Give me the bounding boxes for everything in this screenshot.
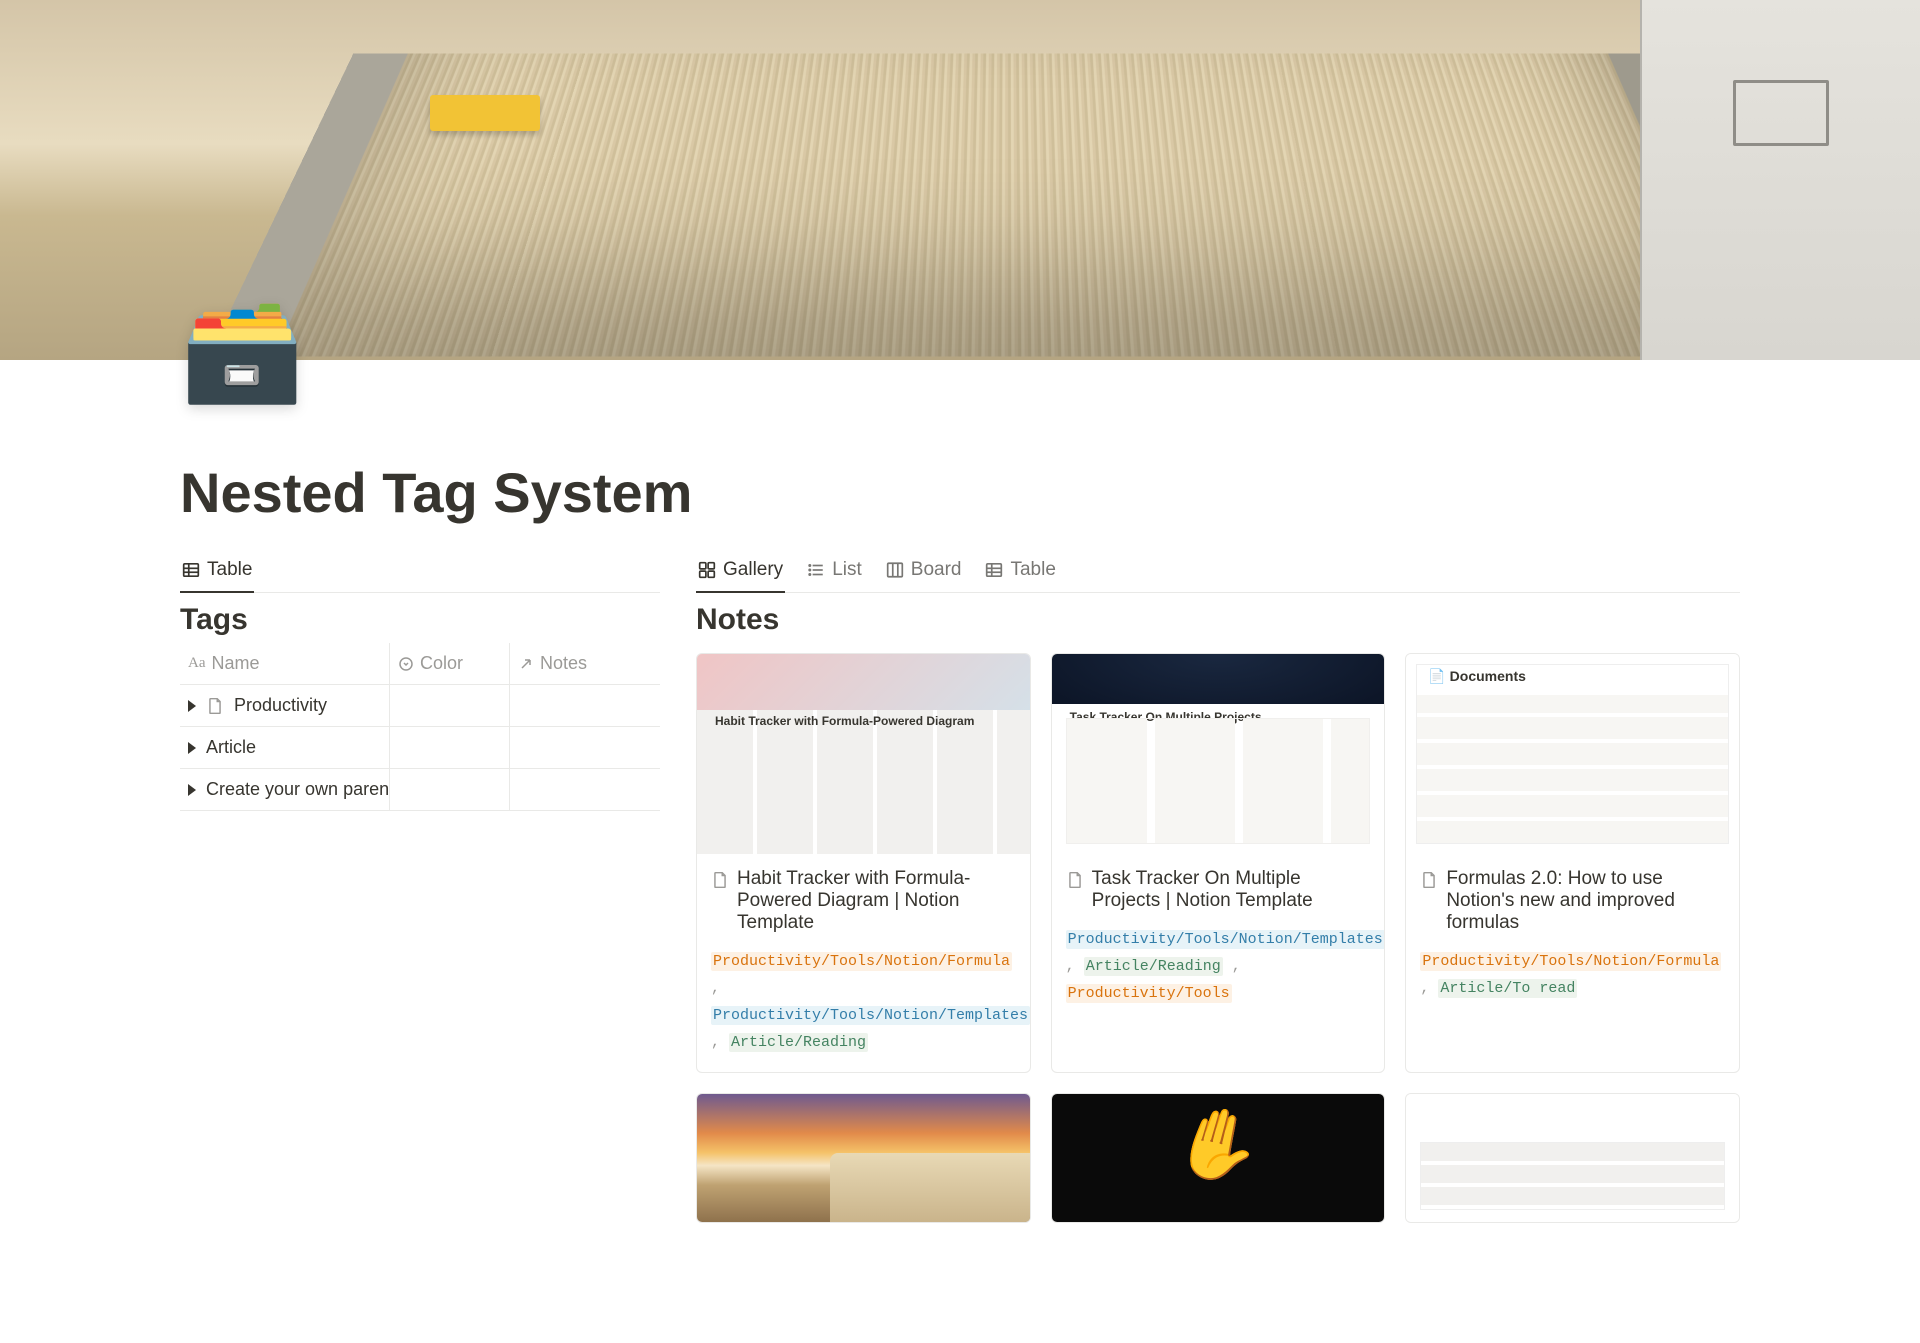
thumb-label: Database automations xyxy=(1426,1164,1597,1182)
tags-tabs: Table xyxy=(180,551,660,593)
table-icon xyxy=(182,561,200,579)
page-icon-small xyxy=(1066,871,1084,889)
gallery-card[interactable]: Database automations xyxy=(1405,1093,1740,1223)
tag-name: Article xyxy=(206,737,256,758)
page-icon[interactable]: 🗃️ xyxy=(180,300,305,400)
list-icon xyxy=(807,561,825,579)
tab-gallery[interactable]: Gallery xyxy=(696,551,785,593)
tab-table-notes[interactable]: Table xyxy=(983,551,1057,593)
tab-list[interactable]: List xyxy=(805,551,864,593)
page-title: Nested Tag System xyxy=(180,360,1740,525)
card-title: Habit Tracker with Formula-Powered Diagr… xyxy=(737,868,1016,934)
card-thumbnail xyxy=(1052,1094,1385,1223)
gallery-card[interactable]: 📄 Documents Formulas 2.0: How to use Not… xyxy=(1405,653,1740,1073)
relation-icon xyxy=(518,656,534,672)
page-icon-small xyxy=(711,871,729,889)
tags-table: Aa Name Color Notes xyxy=(180,643,660,811)
card-tags: Productivity/Tools/Notion/Formula , Prod… xyxy=(711,948,1016,1056)
cover-right-drawer xyxy=(1640,0,1920,360)
tab-label: Board xyxy=(911,559,962,581)
tab-table[interactable]: Table xyxy=(180,551,254,593)
card-title: Task Tracker On Multiple Projects | Noti… xyxy=(1092,868,1371,912)
gallery-card[interactable]: Task Tracker On Multiple Projects Task T… xyxy=(1051,653,1386,1073)
page-icon-small xyxy=(1420,871,1438,889)
card-tags: Productivity/Tools/Notion/Templates , Ar… xyxy=(1066,926,1371,1007)
toggle-icon[interactable] xyxy=(188,700,196,712)
tab-label: Table xyxy=(207,559,252,581)
thumb-label: Habit Tracker with Formula-Powered Diagr… xyxy=(715,714,974,728)
tab-label: List xyxy=(832,559,862,581)
board-icon xyxy=(886,561,904,579)
col-notes[interactable]: Notes xyxy=(510,643,660,684)
gallery-card[interactable] xyxy=(1051,1093,1386,1223)
card-title: Formulas 2.0: How to use Notion's new an… xyxy=(1446,868,1725,934)
select-icon xyxy=(398,656,414,672)
col-color[interactable]: Color xyxy=(390,643,510,684)
table-row[interactable]: Productivity xyxy=(180,685,660,727)
notes-gallery: Habit Tracker with Formula-Powered Diagr… xyxy=(696,653,1740,1223)
tab-label: Gallery xyxy=(723,559,783,581)
table-row[interactable]: Create your own parent tag xyxy=(180,769,660,811)
gallery-card[interactable] xyxy=(696,1093,1031,1223)
card-thumbnail: Task Tracker On Multiple Projects xyxy=(1052,654,1385,854)
text-type-icon: Aa xyxy=(188,655,206,672)
tab-label: Table xyxy=(1010,559,1055,581)
tag-name: Productivity xyxy=(234,695,327,716)
tags-heading: Tags xyxy=(180,603,660,637)
gallery-card[interactable]: Habit Tracker with Formula-Powered Diagr… xyxy=(696,653,1031,1073)
card-thumbnail: Habit Tracker with Formula-Powered Diagr… xyxy=(697,654,1030,854)
toggle-icon[interactable] xyxy=(188,742,196,754)
card-tags: Productivity/Tools/Notion/Formula , Arti… xyxy=(1420,948,1725,1002)
page-icon-small xyxy=(206,697,224,715)
col-name[interactable]: Aa Name xyxy=(180,643,390,684)
gallery-icon xyxy=(698,561,716,579)
table-icon xyxy=(985,561,1003,579)
table-row[interactable]: Article xyxy=(180,727,660,769)
notes-tabs: Gallery List Board xyxy=(696,551,1740,593)
tab-board[interactable]: Board xyxy=(884,551,964,593)
thumb-label: Task Tracker On Multiple Projects xyxy=(1070,710,1262,724)
tags-header-row: Aa Name Color Notes xyxy=(180,643,660,685)
toggle-icon[interactable] xyxy=(188,784,196,796)
card-thumbnail xyxy=(697,1094,1030,1223)
card-thumbnail: Database automations xyxy=(1406,1094,1739,1223)
card-thumbnail: 📄 Documents xyxy=(1406,654,1739,854)
notes-heading: Notes xyxy=(696,603,1740,637)
tag-name: Create your own parent tag xyxy=(206,779,390,800)
thumb-label: 📄 Documents xyxy=(1428,668,1526,685)
